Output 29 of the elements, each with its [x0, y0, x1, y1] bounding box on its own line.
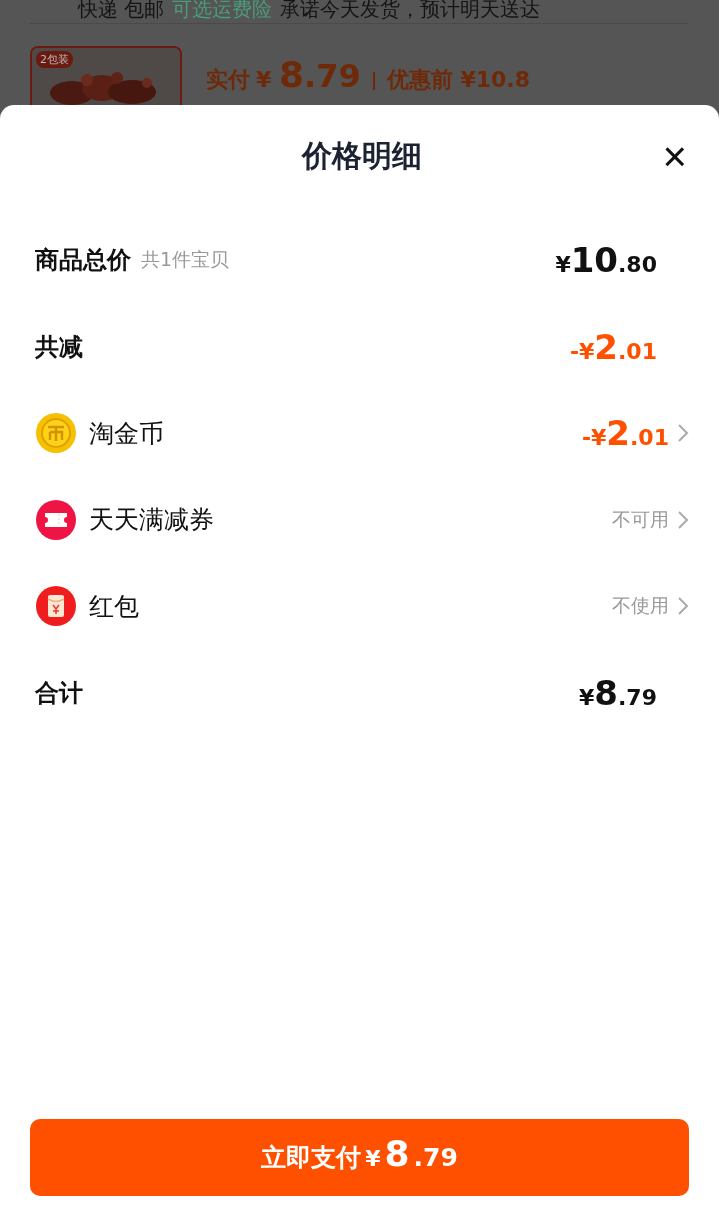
close-button[interactable]: × [660, 139, 689, 175]
package-badge: 2包装 [36, 51, 73, 68]
coin-icon [35, 412, 77, 455]
status-text: 不使用 [612, 593, 669, 619]
sheet-title: 价格明细 [302, 136, 422, 175]
status-text: 不可用 [612, 506, 669, 532]
row-label: 合计 [35, 677, 83, 709]
insurance-link[interactable]: 可选运费险 [172, 0, 273, 23]
row-label: 共减 [35, 331, 83, 363]
row-label: 淘金币 [89, 417, 164, 450]
chevron-right-icon [677, 423, 689, 444]
price-text: -¥2.01 [581, 413, 669, 454]
paid-price: ¥ 8.79 [256, 54, 361, 95]
row-label: 天天满减券 [89, 504, 214, 537]
price-text: ¥10.80 [555, 240, 657, 281]
envelope-icon [35, 585, 77, 628]
row-label: 红包 [89, 590, 139, 623]
chevron-right-icon [677, 596, 689, 617]
row-label: 商品总价 [35, 245, 131, 277]
coupon-icon [35, 498, 77, 541]
pay-button[interactable]: 立即支付 ¥8.79 [30, 1119, 689, 1196]
item-count-text: 共1件宝贝 [141, 247, 230, 273]
price-text: ¥8.79 [579, 672, 657, 713]
original-price-text: 优惠前 ¥10.8 [386, 66, 530, 94]
chevron-right-icon [677, 509, 689, 530]
price-text: -¥2.01 [569, 326, 657, 367]
shipping-text: 快递 包邮 [78, 0, 165, 23]
shipping-text: 承诺今天发货，预计明天送达 [280, 0, 541, 23]
paid-label: 实付 [206, 66, 250, 94]
